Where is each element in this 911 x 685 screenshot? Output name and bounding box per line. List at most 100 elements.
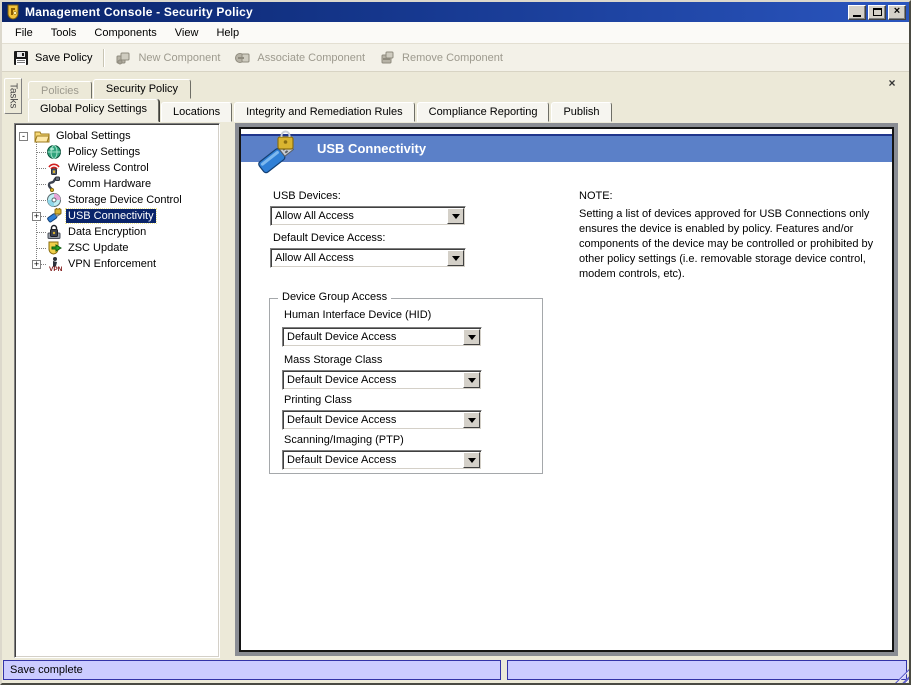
- tree-item-data-encryption[interactable]: Data Encryption: [15, 224, 219, 240]
- tree-item-storage-device-control[interactable]: Storage Device Control: [15, 192, 219, 208]
- tree-item-label: Comm Hardware: [68, 178, 152, 190]
- minimize-icon: [853, 14, 861, 17]
- pane-close-icon[interactable]: ×: [885, 76, 899, 90]
- save-policy-button[interactable]: Save Policy: [6, 47, 99, 69]
- tree-item-policy-settings[interactable]: Policy Settings: [15, 144, 219, 160]
- tab-compliance-reporting[interactable]: Compliance Reporting: [416, 102, 550, 122]
- tree-item-label: ZSC Update: [68, 242, 129, 254]
- device-group-access-groupbox: Device Group Access Human Interface Devi…: [269, 291, 543, 474]
- close-button[interactable]: ×: [888, 4, 906, 20]
- policy-tree: - Global Settings Policy Settings Wirele…: [15, 124, 219, 657]
- title-bar[interactable]: Management Console - Security Policy ×: [2, 2, 909, 22]
- tree-item-label: Data Encryption: [68, 226, 147, 238]
- status-secondary: [507, 660, 907, 680]
- chevron-down-icon[interactable]: [463, 412, 480, 428]
- tree-item-vpn-enforcement[interactable]: + VPN VPN Enforcement: [15, 256, 219, 272]
- new-component-button[interactable]: New Component: [108, 47, 227, 69]
- comm-hardware-icon: [47, 176, 60, 192]
- padlock-icon: [47, 224, 61, 239]
- tab-integrity-remediation-rules[interactable]: Integrity and Remediation Rules: [234, 102, 415, 122]
- mass-storage-access-select[interactable]: Default Device Access: [282, 370, 482, 390]
- page-title: USB Connectivity: [317, 141, 427, 156]
- remove-component-icon: [381, 51, 394, 63]
- menu-help[interactable]: Help: [207, 25, 248, 41]
- note-body: Setting a list of devices approved for U…: [579, 208, 874, 280]
- remove-component-button[interactable]: Remove Component: [372, 47, 510, 69]
- tab-publish[interactable]: Publish: [551, 102, 612, 122]
- tab-row-primary: Policies Security Policy: [28, 78, 192, 99]
- folder-open-icon: [34, 131, 50, 143]
- hid-access-select[interactable]: Default Device Access: [282, 327, 482, 347]
- scanning-imaging-access-value: Default Device Access: [287, 454, 397, 466]
- tree-item-global-settings[interactable]: - Global Settings: [15, 128, 219, 144]
- tab-row-secondary: Global Policy Settings Locations Integri…: [28, 99, 614, 122]
- expand-icon[interactable]: +: [32, 211, 41, 221]
- chevron-down-icon[interactable]: [447, 208, 464, 224]
- tab-locations[interactable]: Locations: [161, 102, 233, 122]
- tree-item-label: Global Settings: [56, 130, 131, 142]
- status-bar: Save complete: [2, 658, 909, 683]
- status-message-text: Save complete: [10, 664, 83, 676]
- tab-policies[interactable]: Policies: [28, 81, 92, 99]
- collapse-icon[interactable]: -: [19, 131, 28, 141]
- tasks-side-tab[interactable]: Tasks: [4, 78, 22, 114]
- tree-item-wireless-control[interactable]: Wireless Control: [15, 160, 219, 176]
- tree-item-zsc-update[interactable]: ZSC Update: [15, 240, 219, 256]
- menu-components[interactable]: Components: [85, 25, 165, 41]
- usb-devices-select[interactable]: Allow All Access: [270, 206, 466, 226]
- chevron-down-icon[interactable]: [463, 329, 480, 345]
- scanning-imaging-label: Scanning/Imaging (PTP): [284, 434, 404, 446]
- remove-component-label: Remove Component: [402, 51, 503, 64]
- svg-text:VPN: VPN: [49, 266, 62, 272]
- shield-update-icon: [48, 241, 62, 255]
- associate-component-label: Associate Component: [257, 51, 366, 64]
- hid-label: Human Interface Device (HID): [284, 309, 432, 321]
- tree-item-comm-hardware[interactable]: Comm Hardware: [15, 176, 219, 192]
- floppy-disk-icon: [14, 50, 28, 65]
- tab-global-policy-settings[interactable]: Global Policy Settings: [28, 99, 159, 122]
- default-device-access-select[interactable]: Allow All Access: [270, 248, 466, 268]
- tasks-side-tab-label: Tasks: [7, 83, 19, 109]
- new-component-label: New Component: [138, 51, 221, 64]
- globe-icon: [47, 145, 61, 159]
- tree-item-usb-connectivity[interactable]: + USB Connectivity: [15, 208, 219, 224]
- default-device-access-value: Allow All Access: [275, 252, 354, 264]
- maximize-icon: [872, 8, 882, 16]
- content-panel: USB Connectivity USB Devices: Allow All …: [235, 123, 898, 656]
- device-group-access-title: Device Group Access: [278, 291, 392, 303]
- wireless-icon: [48, 163, 60, 175]
- menu-bar: File Tools Components View Help: [2, 22, 909, 44]
- tree-item-label: USB Connectivity: [65, 208, 157, 224]
- close-icon: ×: [893, 5, 901, 17]
- usb-drive-icon: [47, 208, 62, 223]
- window-title: Management Console - Security Policy: [25, 5, 253, 19]
- note-title: NOTE:: [579, 190, 613, 202]
- chevron-down-icon[interactable]: [447, 250, 464, 266]
- toolbar: Save Policy New Component Associate Comp…: [2, 44, 909, 72]
- expand-icon[interactable]: +: [32, 259, 41, 269]
- menu-view[interactable]: View: [166, 25, 208, 41]
- status-message: Save complete: [3, 660, 501, 680]
- app-window: Management Console - Security Policy × F…: [0, 0, 911, 685]
- minimize-button[interactable]: [848, 4, 866, 20]
- printing-class-access-select[interactable]: Default Device Access: [282, 410, 482, 430]
- tree-item-label: Policy Settings: [68, 146, 141, 158]
- save-policy-label: Save Policy: [35, 51, 93, 64]
- printing-class-access-value: Default Device Access: [287, 414, 397, 426]
- tab-security-policy[interactable]: Security Policy: [92, 79, 192, 99]
- hid-access-value: Default Device Access: [287, 331, 397, 343]
- scanning-imaging-access-select[interactable]: Default Device Access: [282, 450, 482, 470]
- mass-storage-access-value: Default Device Access: [287, 374, 397, 386]
- tree-item-label: Storage Device Control: [68, 194, 182, 206]
- tree-item-label: VPN Enforcement: [68, 258, 157, 270]
- chevron-down-icon[interactable]: [463, 452, 480, 468]
- menu-file[interactable]: File: [6, 25, 42, 41]
- chevron-down-icon[interactable]: [463, 372, 480, 388]
- menu-tools[interactable]: Tools: [42, 25, 86, 41]
- new-component-icon: [116, 52, 130, 64]
- maximize-button[interactable]: [868, 4, 886, 20]
- app-logo-icon: [7, 4, 19, 20]
- policy-tree-panel: - Global Settings Policy Settings Wirele…: [14, 123, 220, 658]
- vpn-icon: VPN: [49, 257, 62, 272]
- associate-component-button[interactable]: Associate Component: [227, 47, 372, 69]
